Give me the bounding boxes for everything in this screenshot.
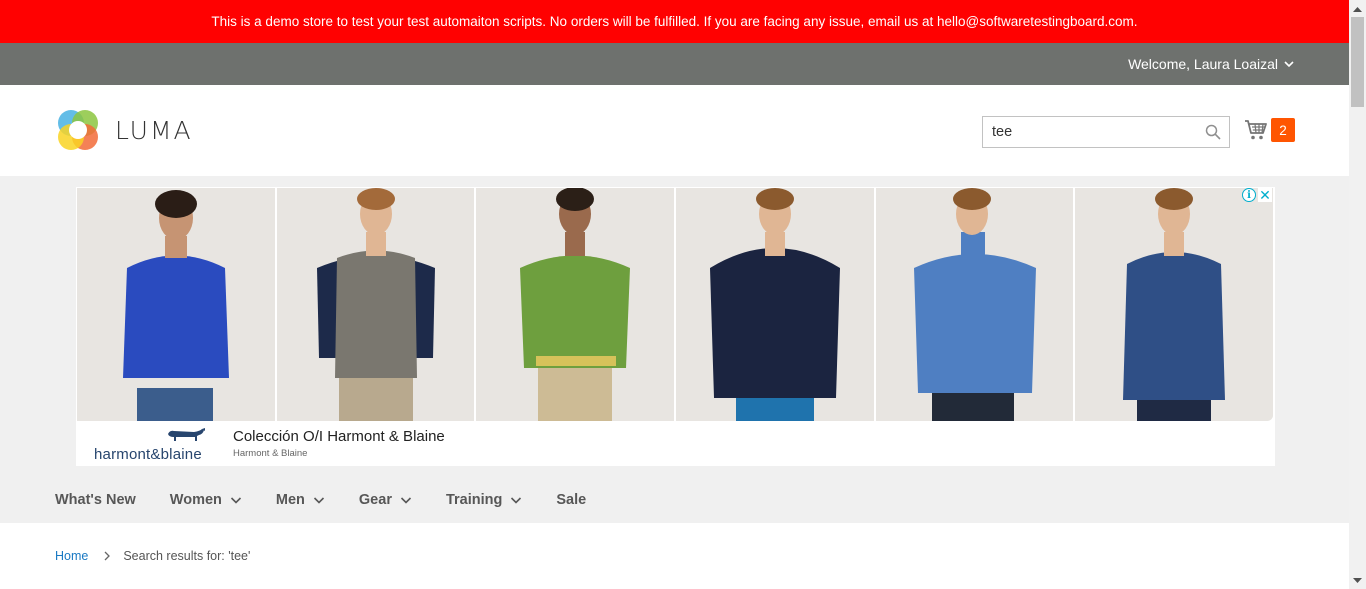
chevron-down-icon (1283, 58, 1295, 70)
welcome-text: Welcome, Laura Loaizal (1128, 56, 1278, 72)
search-input[interactable] (983, 117, 1193, 147)
nav-item-label: Sale (556, 492, 587, 508)
nav-item-sale[interactable]: Sale (556, 492, 586, 508)
main-navigation: What's New Women Men Gear Training Sale (55, 490, 620, 510)
ad-and-nav-section: i ✕ harmont&blaine Colección O/I Harmont… (0, 176, 1349, 523)
chevron-down-icon (510, 494, 522, 506)
breadcrumb-home-link[interactable]: Home (55, 549, 88, 563)
page: This is a demo store to test your test a… (0, 0, 1349, 589)
demo-notice-text: This is a demo store to test your test a… (211, 14, 1138, 29)
ad-footer: harmont&blaine Colección O/I Harmont & B… (76, 423, 1275, 466)
ad-product-tile[interactable] (77, 188, 275, 421)
info-icon[interactable]: i (1242, 188, 1256, 202)
nav-item-label: Gear (358, 492, 392, 508)
cart-counter-badge: 2 (1271, 118, 1295, 142)
cart-icon (1244, 119, 1268, 141)
customer-welcome-menu[interactable]: Welcome, Laura Loaizal (1128, 43, 1295, 85)
nav-item-label: Women (169, 492, 222, 508)
header-content: LUMA 2 (0, 85, 1349, 176)
nav-item-label: Training (445, 492, 503, 508)
ad-product-tile[interactable] (1075, 188, 1274, 421)
brand-logo-text: harmont&blaine (94, 446, 202, 463)
minicart[interactable]: 2 (1244, 118, 1295, 142)
ad-advertiser: Harmont & Blaine (233, 448, 308, 459)
ad-product-tile[interactable] (276, 188, 475, 421)
ad-choices: i ✕ (1242, 187, 1272, 203)
nav-item-men[interactable]: Men (276, 492, 325, 508)
harmont-blaine-logo[interactable]: harmont&blaine (94, 427, 206, 463)
panel-header: Welcome, Laura Loaizal (0, 43, 1349, 85)
nav-item-women[interactable]: Women (170, 492, 242, 508)
dachshund-logo-icon (168, 428, 205, 441)
nav-item-label: What's New (55, 492, 136, 508)
close-icon[interactable]: ✕ (1258, 187, 1272, 203)
breadcrumb: Home Search results for: 'tee' (55, 549, 250, 563)
display-ad[interactable]: i ✕ harmont&blaine Colección O/I Harmont… (76, 187, 1275, 466)
vertical-scrollbar[interactable] (1349, 0, 1366, 589)
scrollbar-thumb[interactable] (1351, 17, 1364, 107)
nav-item-training[interactable]: Training (446, 492, 522, 508)
chevron-down-icon (313, 494, 325, 506)
breadcrumb-current: Search results for: 'tee' (123, 549, 251, 563)
logo-text: LUMA (115, 115, 193, 145)
nav-item-whats-new[interactable]: What's New (55, 492, 136, 508)
ad-headline[interactable]: Colección O/I Harmont & Blaine (233, 428, 445, 445)
search-box (982, 116, 1230, 148)
search-icon[interactable] (1205, 124, 1221, 140)
chevron-right-icon (103, 551, 111, 561)
chevron-down-icon (400, 494, 412, 506)
ad-product-tile[interactable] (676, 188, 874, 421)
ad-product-tile[interactable] (875, 188, 1074, 421)
ad-product-tile[interactable] (476, 188, 675, 421)
nav-item-gear[interactable]: Gear (359, 492, 412, 508)
demo-notice-banner: This is a demo store to test your test a… (0, 0, 1349, 43)
chevron-down-icon (230, 494, 242, 506)
luma-logo[interactable]: LUMA (55, 107, 193, 153)
nav-item-label: Men (275, 492, 305, 508)
scroll-down-arrow-icon[interactable] (1349, 572, 1366, 589)
luma-logo-icon (58, 110, 98, 150)
ad-image-strip (77, 188, 1274, 421)
scroll-up-arrow-icon[interactable] (1349, 0, 1366, 17)
